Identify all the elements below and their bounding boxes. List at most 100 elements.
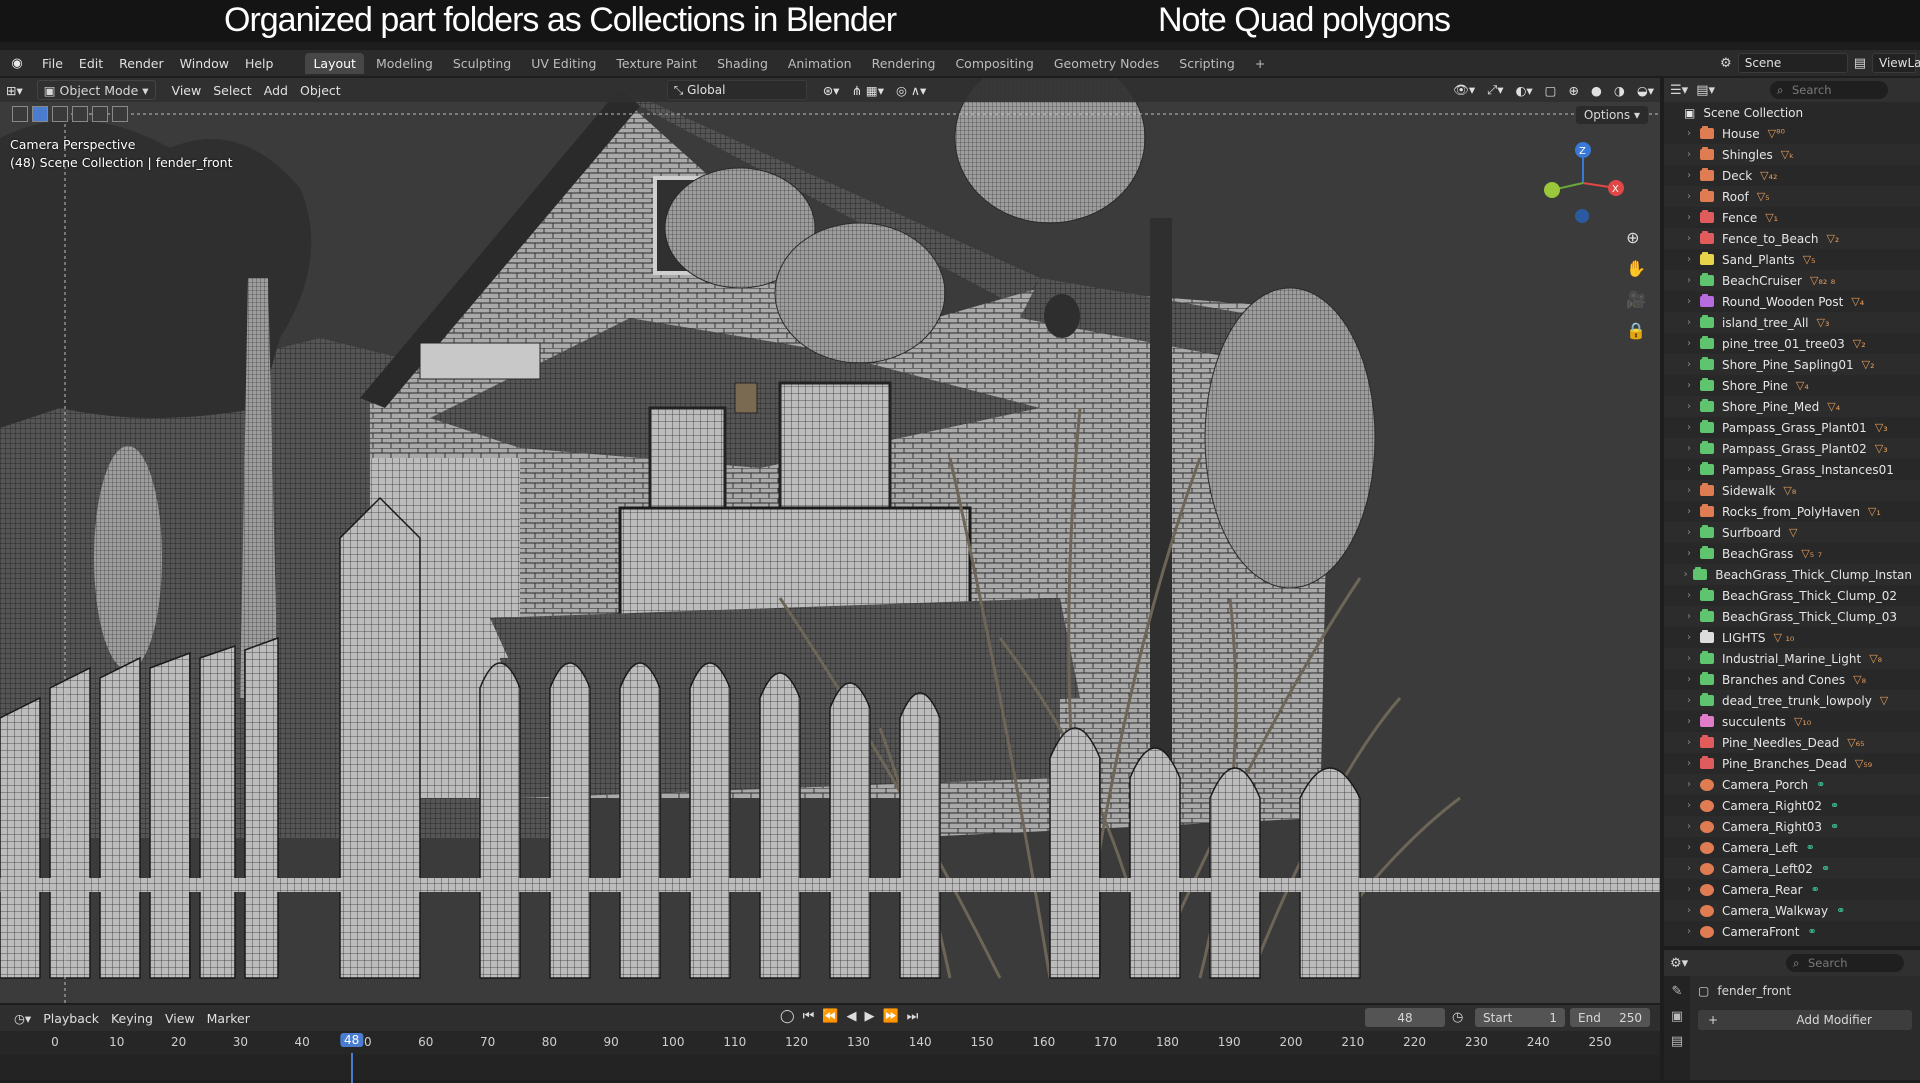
expand-arrow-icon[interactable]: › (1682, 569, 1689, 580)
shading-rendered-icon[interactable]: ◒▾ (1631, 81, 1660, 100)
tl-menu-marker[interactable]: Marker (201, 1009, 256, 1028)
menu-window[interactable]: Window (172, 56, 237, 71)
vp-menu-view[interactable]: View (166, 81, 208, 100)
expand-arrow-icon[interactable]: › (1682, 359, 1696, 370)
expand-arrow-icon[interactable]: › (1682, 401, 1696, 412)
expand-arrow-icon[interactable]: › (1682, 464, 1696, 475)
vp-menu-select[interactable]: Select (207, 81, 258, 100)
editor-type-icon[interactable]: ⊞▾ (0, 81, 29, 100)
collection-row[interactable]: › Roof ▽₅ (1664, 186, 1920, 207)
tab-layout[interactable]: Layout (305, 52, 364, 74)
add-workspace-icon[interactable]: + (1247, 53, 1273, 74)
snap-icon[interactable]: ⋔ ▦▾ (845, 81, 890, 100)
collection-row[interactable]: › House ▽⁸⁰ (1664, 123, 1920, 144)
expand-arrow-icon[interactable]: › (1682, 863, 1696, 874)
collection-row[interactable]: › Pine_Needles_Dead ▽₆₅ (1664, 732, 1920, 753)
tab-shading[interactable]: Shading (709, 53, 776, 74)
collection-row[interactable]: › Shore_Pine_Med ▽₄ (1664, 396, 1920, 417)
expand-arrow-icon[interactable]: › (1682, 212, 1696, 223)
expand-arrow-icon[interactable]: › (1682, 926, 1696, 937)
expand-arrow-icon[interactable]: › (1682, 800, 1696, 811)
select-extend-icon[interactable] (52, 106, 68, 122)
collection-row[interactable]: › succulents ▽₁₀ (1664, 711, 1920, 732)
expand-arrow-icon[interactable]: › (1682, 317, 1696, 328)
collection-row[interactable]: › Industrial_Marine_Light ▽₈ (1664, 648, 1920, 669)
expand-arrow-icon[interactable]: › (1682, 884, 1696, 895)
view-layer-field[interactable]: ViewLa (1872, 53, 1920, 73)
collection-row[interactable]: › Deck ▽₄₂ (1664, 165, 1920, 186)
expand-arrow-icon[interactable]: › (1682, 254, 1696, 265)
expand-arrow-icon[interactable]: › (1682, 275, 1696, 286)
collection-row[interactable]: › Branches and Cones ▽₈ (1664, 669, 1920, 690)
play-reverse-icon[interactable]: ◀ (846, 1009, 856, 1024)
properties-editor-icon[interactable]: ⚙▾ (1670, 956, 1688, 971)
expand-arrow-icon[interactable]: › (1682, 842, 1696, 853)
expand-arrow-icon[interactable]: › (1682, 590, 1696, 601)
timeline-editor-icon[interactable]: ◷▾ (8, 1009, 37, 1028)
tab-uv-editing[interactable]: UV Editing (523, 53, 604, 74)
select-new-icon[interactable] (32, 106, 48, 122)
expand-arrow-icon[interactable]: › (1682, 821, 1696, 832)
expand-arrow-icon[interactable]: › (1682, 527, 1696, 538)
camera-row[interactable]: › Camera_Rear ⚭ (1664, 879, 1920, 900)
expand-arrow-icon[interactable]: › (1682, 233, 1696, 244)
expand-arrow-icon[interactable]: › (1682, 779, 1696, 790)
collection-row[interactable]: › Fence ▽₁ (1664, 207, 1920, 228)
select-subtract-icon[interactable] (72, 106, 88, 122)
scene-field[interactable]: Scene (1737, 53, 1848, 73)
expand-arrow-icon[interactable]: › (1682, 611, 1696, 622)
mode-selector[interactable]: ▣ Object Mode ▾ (36, 80, 156, 100)
3d-viewport[interactable]: ⊞▾ ▣ Object Mode ▾ View Select Add Objec… (0, 78, 1660, 1003)
collection-row[interactable]: › Shingles ▽ₖ (1664, 144, 1920, 165)
collection-row[interactable]: › BeachCruiser ▽₈₂ ₈ (1664, 270, 1920, 291)
expand-arrow-icon[interactable]: › (1682, 443, 1696, 454)
collection-row[interactable]: › LIGHTS ▽ ₁₀ (1664, 627, 1920, 648)
tl-menu-playback[interactable]: Playback (37, 1009, 105, 1028)
add-modifier-button[interactable]: + Add Modifier (1698, 1010, 1912, 1030)
expand-arrow-icon[interactable]: › (1682, 632, 1696, 643)
camera-row[interactable]: › Camera_Right02 ⚭ (1664, 795, 1920, 816)
collection-row[interactable]: › Pampass_Grass_Instances01 (1664, 459, 1920, 480)
collection-row[interactable]: › Sand_Plants ▽₅ (1664, 249, 1920, 270)
jump-end-icon[interactable]: ⏭ (907, 1009, 919, 1024)
visibility-icon[interactable]: 👁▾ (1447, 80, 1481, 100)
camera-row[interactable]: › Camera_Porch ⚭ (1664, 774, 1920, 795)
tab-texture-paint[interactable]: Texture Paint (608, 53, 705, 74)
expand-arrow-icon[interactable]: › (1682, 149, 1696, 160)
shading-solid-icon[interactable]: ● (1585, 81, 1608, 100)
expand-arrow-icon[interactable]: › (1682, 170, 1696, 181)
vp-menu-object[interactable]: Object (294, 81, 347, 100)
collection-row[interactable]: › BeachGrass_Thick_Clump_02 (1664, 585, 1920, 606)
expand-arrow-icon[interactable]: › (1682, 905, 1696, 916)
xray-icon[interactable]: ▢ (1539, 81, 1563, 100)
expand-arrow-icon[interactable]: › (1682, 695, 1696, 706)
start-frame-field[interactable]: Start 1 (1475, 1008, 1565, 1027)
expand-arrow-icon[interactable]: › (1682, 128, 1696, 139)
playhead-frame-label[interactable]: 48 (339, 1033, 364, 1047)
select-intersect-icon[interactable] (112, 106, 128, 122)
collection-row[interactable]: › Surfboard ▽ (1664, 522, 1920, 543)
tab-geometry-nodes[interactable]: Geometry Nodes (1046, 53, 1167, 74)
collection-row[interactable]: › Sidewalk ▽₈ (1664, 480, 1920, 501)
collection-row[interactable]: › pine_tree_01_tree03 ▽₂ (1664, 333, 1920, 354)
shading-material-icon[interactable]: ◑ (1608, 81, 1631, 100)
collection-row[interactable]: › Shore_Pine ▽₄ (1664, 375, 1920, 396)
expand-arrow-icon[interactable]: › (1682, 506, 1696, 517)
end-frame-field[interactable]: End 250 (1570, 1008, 1650, 1027)
output-tab-icon[interactable]: ▤ (1671, 1034, 1683, 1049)
expand-arrow-icon[interactable]: › (1682, 422, 1696, 433)
timeline-ruler[interactable]: 0 10 20 30 40 50 60 70 80 90 100 110 120 130 140 150 160… (0, 1031, 1660, 1083)
tab-scripting[interactable]: Scripting (1171, 53, 1243, 74)
vp-menu-add[interactable]: Add (258, 81, 294, 100)
tab-sculpting[interactable]: Sculpting (445, 53, 519, 74)
camera-view-icon[interactable]: 🎥 (1626, 290, 1646, 309)
expand-arrow-icon[interactable]: › (1682, 758, 1696, 769)
collection-row[interactable]: › Pampass_Grass_Plant02 ▽₃ (1664, 438, 1920, 459)
tab-modeling[interactable]: Modeling (368, 53, 441, 74)
prev-key-icon[interactable]: ⏪ (822, 1009, 838, 1024)
gizmo-toggle-icon[interactable]: ⤢▾ (1481, 80, 1509, 100)
current-frame-field[interactable]: 48 (1365, 1008, 1445, 1027)
tl-menu-keying[interactable]: Keying (105, 1009, 159, 1028)
menu-file[interactable]: File (34, 56, 71, 71)
tweak-tool-icon[interactable] (12, 106, 28, 122)
